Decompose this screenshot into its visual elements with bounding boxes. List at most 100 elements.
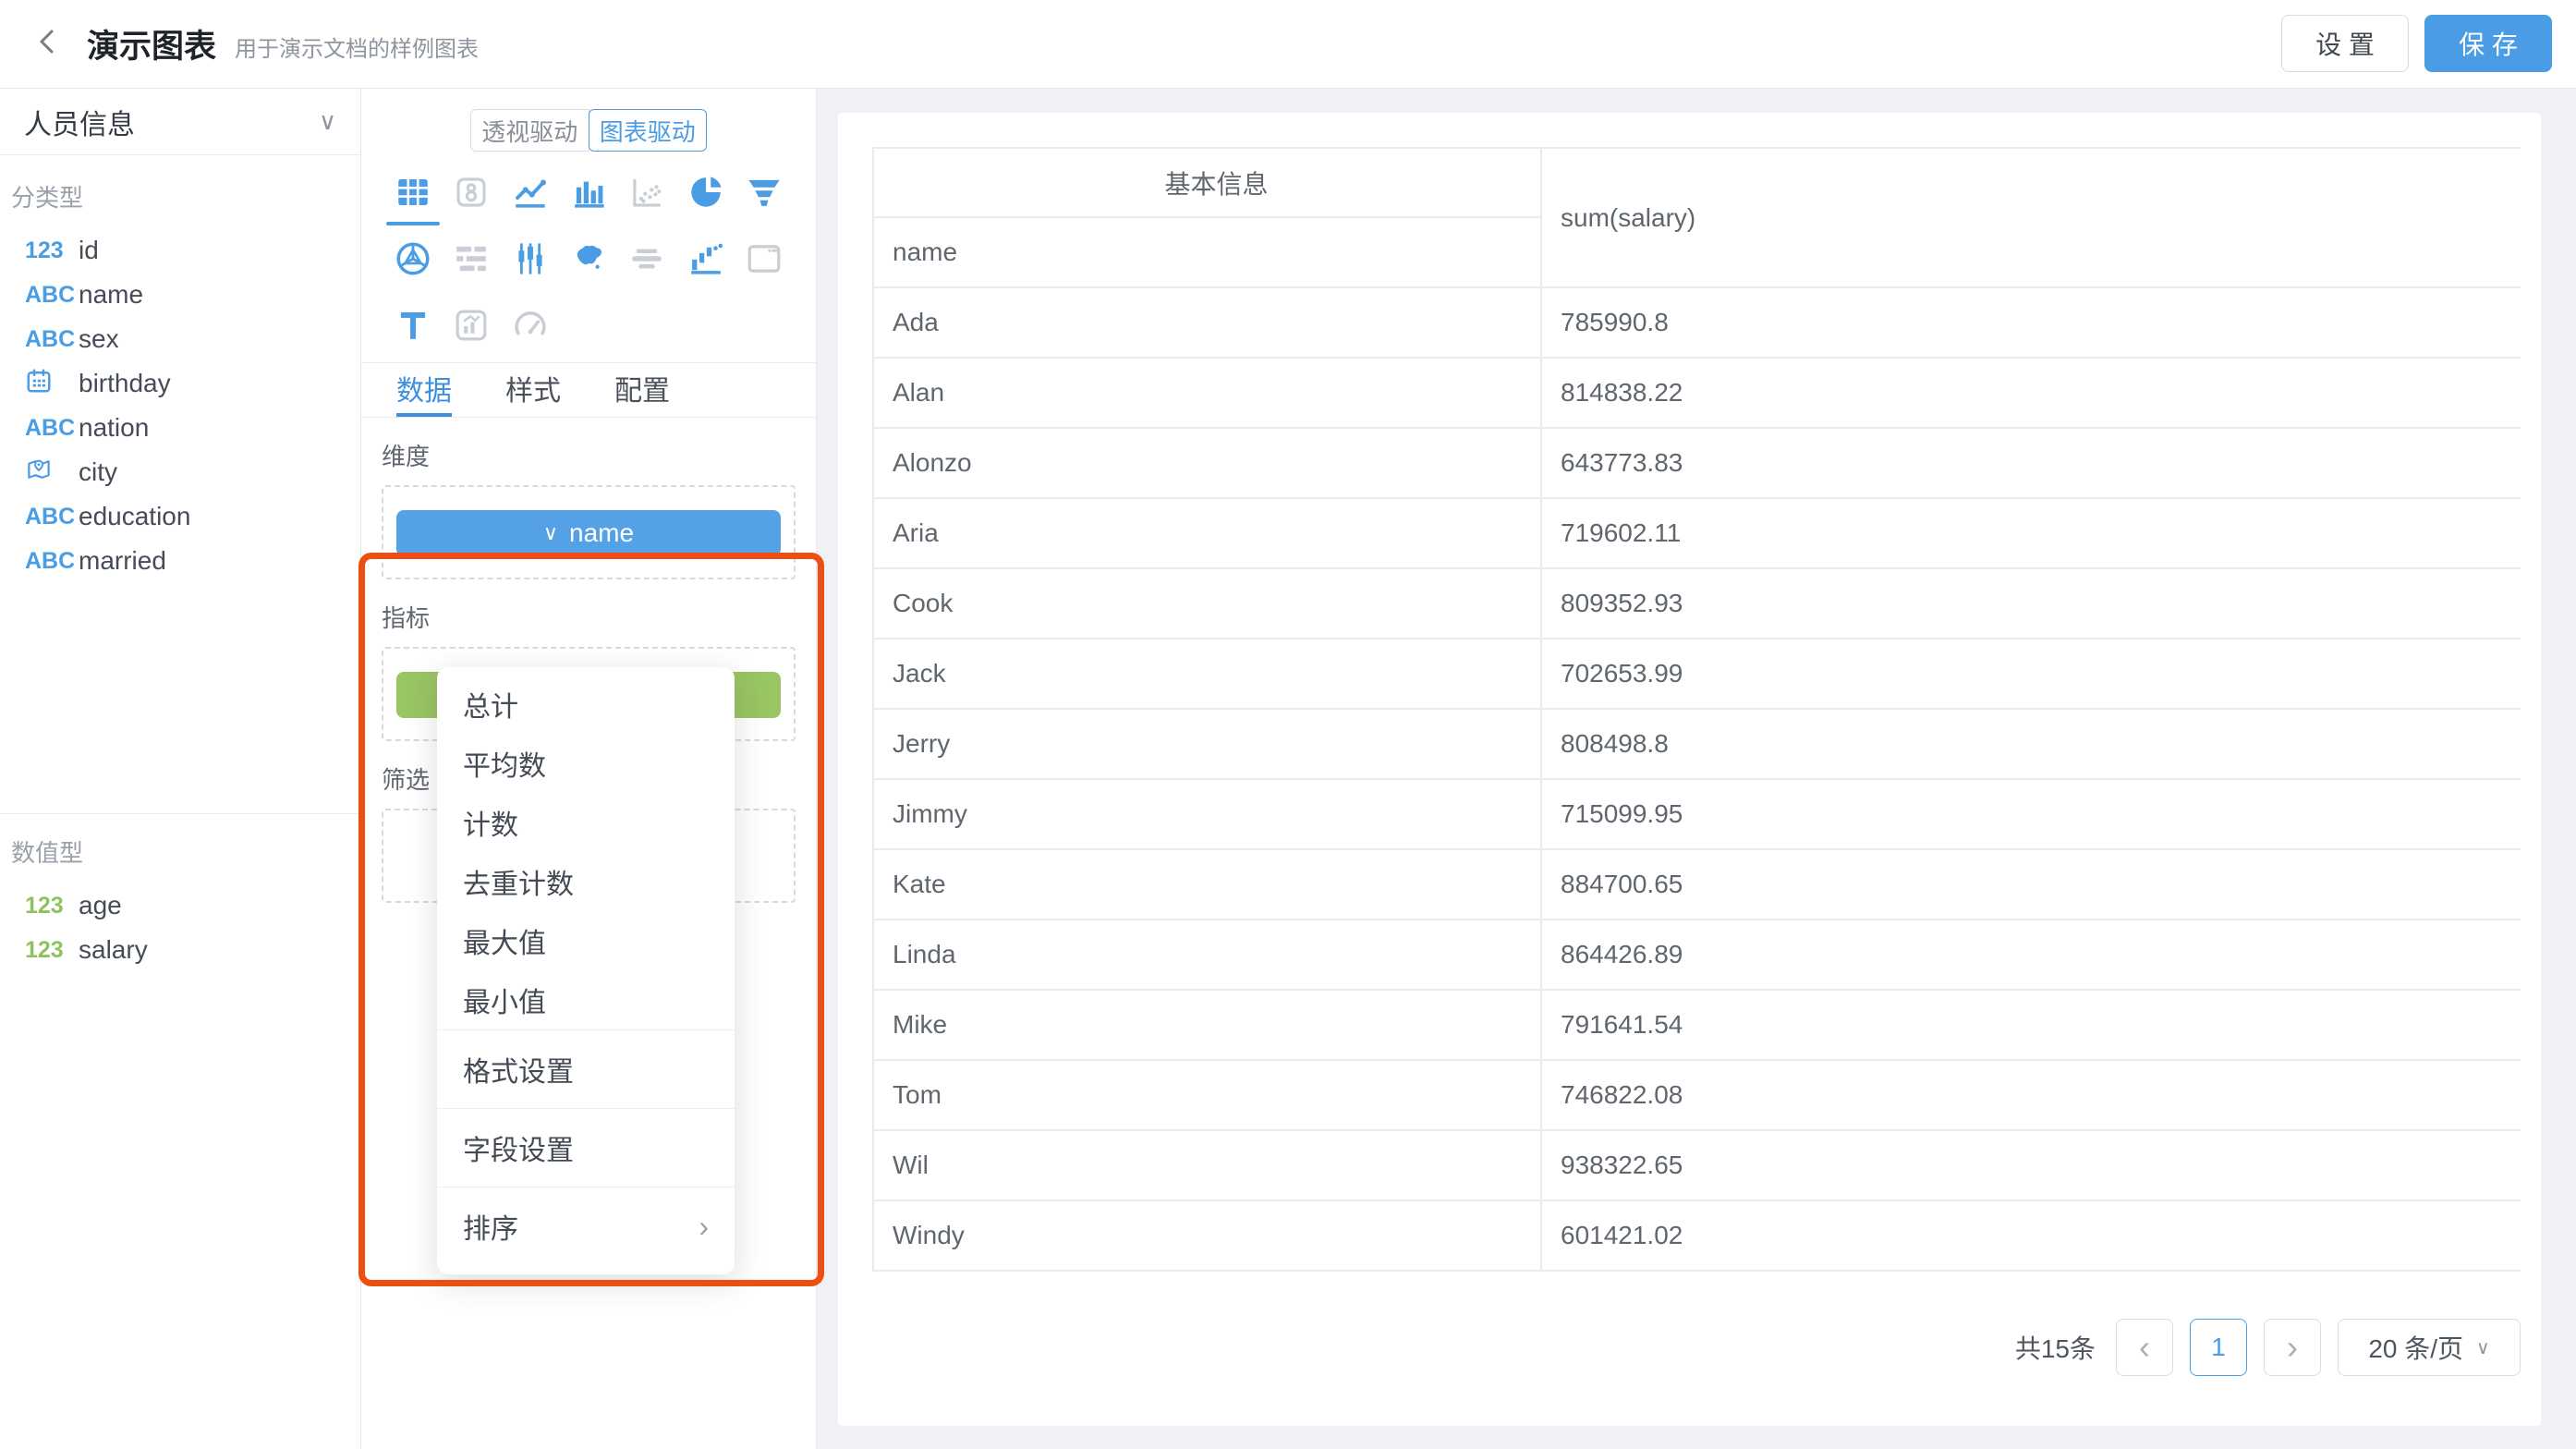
page-subtitle: 用于演示文档的样例图表 <box>235 25 479 63</box>
text-type-icon: ABC <box>25 326 79 353</box>
field-item-married[interactable]: ABC married <box>11 539 360 583</box>
dimension-zone-label: 维度 <box>382 438 796 472</box>
chevron-right-icon: › <box>699 1210 709 1244</box>
section-label-categorical: 分类型 <box>11 179 360 213</box>
dimension-fields-section: 分类型 123 id ABC name ABC sex <box>0 155 360 583</box>
chart-type-waterfall-icon[interactable] <box>676 237 735 281</box>
chart-preview-card: 基本信息 sum(salary) name Ada785990.8 Alan81… <box>838 113 2541 1426</box>
chart-type-map-china-icon[interactable] <box>559 237 617 281</box>
menu-item-format-settings[interactable]: 格式设置 <box>437 1030 735 1108</box>
chart-type-table-icon[interactable] <box>383 170 442 214</box>
chart-type-embedded-frame-icon[interactable] <box>735 237 794 281</box>
chart-type-pie-icon[interactable] <box>676 170 735 214</box>
pagination-next-button[interactable]: › <box>2264 1319 2321 1376</box>
chart-type-mix-chart-icon[interactable] <box>442 303 500 347</box>
field-item-salary[interactable]: 123 salary <box>11 928 360 972</box>
menu-item-min[interactable]: 最小值 <box>437 970 735 1029</box>
table-row: Ada785990.8 <box>873 287 2521 358</box>
chevron-down-icon: ∨ <box>2476 1336 2490 1359</box>
tab-data[interactable]: 数据 <box>396 363 452 417</box>
table-row: Kate884700.65 <box>873 849 2521 919</box>
menu-item-sum[interactable]: 总计 <box>437 675 735 734</box>
result-table: 基本信息 sum(salary) name Ada785990.8 Alan81… <box>872 147 2521 1280</box>
pagination-prev-button[interactable]: ‹ <box>2116 1319 2173 1376</box>
top-bar: 演示图表 用于演示文档的样例图表 设 置 保 存 <box>0 0 2576 89</box>
menu-item-max[interactable]: 最大值 <box>437 911 735 970</box>
measure-zone-label: 指标 <box>382 600 796 634</box>
text-type-icon: ABC <box>25 415 79 442</box>
chart-type-bar-icon[interactable] <box>559 170 617 214</box>
table-row: Wil938322.65 <box>873 1130 2521 1200</box>
chart-type-line-icon[interactable] <box>501 170 559 214</box>
chart-type-candlestick-icon[interactable] <box>501 237 559 281</box>
table-row: Mike791641.54 <box>873 990 2521 1060</box>
table-row: Tom746822.08 <box>873 1060 2521 1130</box>
tab-style[interactable]: 样式 <box>505 363 561 417</box>
text-type-icon: ABC <box>25 504 79 530</box>
table-row: Aria719602.11 <box>873 498 2521 568</box>
aggregation-menu: 总计 平均数 计数 去重计数 最大值 最小值 格式设置 字段设置 排序 › <box>437 667 735 1274</box>
table-row: Alan814838.22 <box>873 358 2521 428</box>
builder-tabs: 数据 样式 配置 <box>361 362 816 418</box>
back-button[interactable] <box>28 24 68 65</box>
field-list: 123 id ABC name ABC sex birthday <box>11 228 360 583</box>
calendar-icon <box>25 367 79 401</box>
chart-type-gantt-icon[interactable] <box>442 237 500 281</box>
text-type-icon: ABC <box>25 548 79 575</box>
tab-config[interactable]: 配置 <box>614 363 670 417</box>
field-item-birthday[interactable]: birthday <box>11 361 360 406</box>
field-list: 123 age 123 salary <box>11 883 360 972</box>
pagination-total: 共15条 <box>2015 1329 2096 1366</box>
pagination-page-1-button[interactable]: 1 <box>2190 1319 2247 1376</box>
chart-type-radar-icon[interactable] <box>383 237 442 281</box>
page-size-select[interactable]: 20 条/页 ∨ <box>2338 1319 2521 1376</box>
table-row: Cook809352.93 <box>873 568 2521 639</box>
number-type-icon: 123 <box>25 937 79 964</box>
table-row: Linda864426.89 <box>873 919 2521 990</box>
number-type-icon: 123 <box>25 237 79 264</box>
table-row: Alonzo643773.83 <box>873 428 2521 498</box>
dataset-selector[interactable]: 人员信息 ∨ <box>0 89 360 155</box>
table-row: Jack702653.99 <box>873 639 2521 709</box>
chart-type-funnel-icon[interactable] <box>735 170 794 214</box>
chevron-right-icon: › <box>2287 1328 2298 1367</box>
page-title: 演示图表 <box>87 20 216 67</box>
settings-button[interactable]: 设 置 <box>2281 15 2409 72</box>
chart-type-scatter-icon[interactable] <box>618 170 676 214</box>
field-item-sex[interactable]: ABC sex <box>11 317 360 361</box>
chart-type-gauge-icon[interactable] <box>501 303 559 347</box>
text-type-icon: ABC <box>25 282 79 309</box>
mode-pivot-option[interactable]: 透视驱动 <box>470 109 589 152</box>
menu-item-count-distinct[interactable]: 去重计数 <box>437 852 735 911</box>
dimension-chip-name[interactable]: ∨ name <box>396 510 781 556</box>
table-row: Windy601421.02 <box>873 1200 2521 1271</box>
field-item-education[interactable]: ABC education <box>11 494 360 539</box>
field-item-id[interactable]: 123 id <box>11 228 360 273</box>
chart-type-metric-card-icon[interactable] <box>442 170 500 214</box>
field-item-age[interactable]: 123 age <box>11 883 360 928</box>
chevron-left-icon: ‹ <box>2139 1328 2150 1367</box>
chart-type-word-cloud-icon[interactable] <box>618 237 676 281</box>
table-row: Jimmy715099.95 <box>873 779 2521 849</box>
dimension-dropzone[interactable]: ∨ name <box>382 485 796 579</box>
chart-type-text-icon[interactable] <box>383 303 442 347</box>
table-group-header: 基本信息 <box>873 148 1541 217</box>
menu-item-sort[interactable]: 排序 › <box>437 1187 735 1265</box>
table-dimension-header: name <box>873 217 1541 287</box>
save-button[interactable]: 保 存 <box>2424 15 2552 72</box>
field-item-name[interactable]: ABC name <box>11 273 360 317</box>
menu-item-field-settings[interactable]: 字段设置 <box>437 1109 735 1187</box>
dataset-name: 人员信息 <box>24 102 135 142</box>
topbar-actions: 设 置 保 存 <box>2281 15 2552 72</box>
render-mode-toggle: 透视驱动 图表驱动 <box>470 109 707 152</box>
pagination: 共15条 ‹ 1 › 20 条/页 ∨ <box>2015 1319 2521 1376</box>
field-item-city[interactable]: city <box>11 450 360 494</box>
back-icon <box>31 25 65 63</box>
mode-chart-option[interactable]: 图表驱动 <box>589 109 708 152</box>
table-row: Jerry808498.8 <box>873 709 2521 779</box>
chevron-down-icon: ∨ <box>319 107 336 136</box>
field-item-nation[interactable]: ABC nation <box>11 406 360 450</box>
menu-item-count[interactable]: 计数 <box>437 793 735 852</box>
chart-editor-app: 演示图表 用于演示文档的样例图表 设 置 保 存 人员信息 ∨ 分类型 123 … <box>0 0 2576 1449</box>
menu-item-avg[interactable]: 平均数 <box>437 734 735 793</box>
